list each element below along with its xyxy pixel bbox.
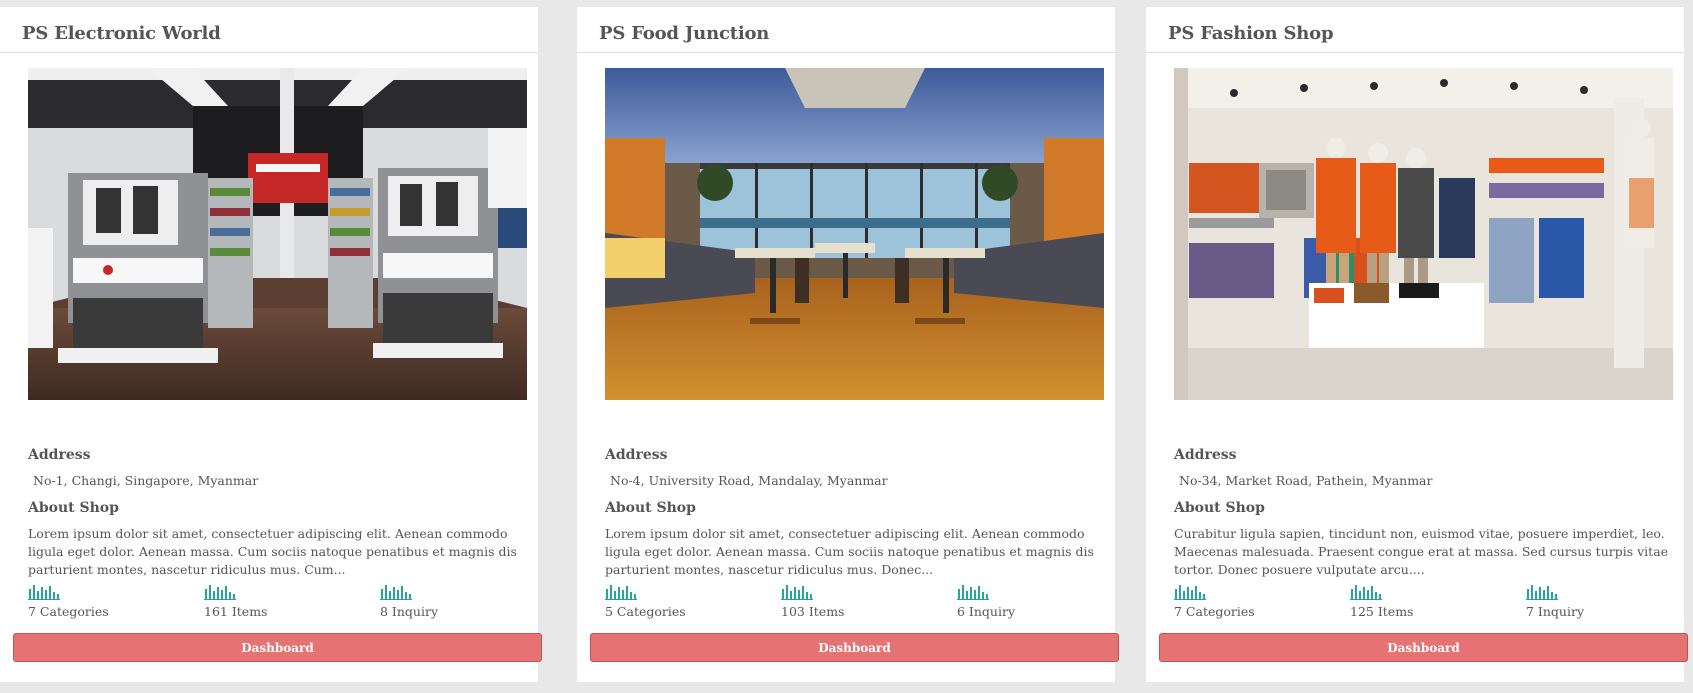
bar-chart-icon <box>1174 585 1206 600</box>
card-header: PS Fashion Shop <box>1146 7 1684 53</box>
dashboard-button[interactable]: Dashboard <box>1159 633 1688 662</box>
stat-items: 103 Items <box>781 583 951 620</box>
about-label: About Shop <box>1174 500 1265 516</box>
shop-about: Lorem ipsum dolor sit amet, consectetuer… <box>605 526 1094 577</box>
dashboard-button[interactable]: Dashboard <box>590 633 1119 662</box>
shop-title: PS Food Junction <box>599 23 770 44</box>
bar-chart-icon <box>605 585 637 600</box>
dashboard-button[interactable]: Dashboard <box>13 633 542 662</box>
stat-inquiry: 8 Inquiry <box>380 583 550 620</box>
stat-inquiry: 7 Inquiry <box>1526 583 1693 620</box>
shop-image-electronics <box>28 68 527 400</box>
bar-chart-icon <box>781 585 813 600</box>
bar-chart-icon <box>380 585 412 600</box>
shop-card-electronic-world: PS Electronic World Address No-1, Changi… <box>0 7 542 682</box>
stat-inquiry: 6 Inquiry <box>957 583 1127 620</box>
shop-about: Lorem ipsum dolor sit amet, consectetuer… <box>28 526 517 577</box>
inquiry-count: 6 Inquiry <box>957 604 1016 619</box>
inquiry-count: 8 Inquiry <box>380 604 439 619</box>
card-header: PS Electronic World <box>0 7 538 53</box>
clothing-store-photo <box>1174 68 1673 400</box>
inquiry-count: 7 Inquiry <box>1526 604 1585 619</box>
stat-categories: 5 Categories <box>605 583 775 620</box>
about-label: About Shop <box>28 500 119 516</box>
shop-address: No-34, Market Road, Pathein, Myanmar <box>1179 473 1433 488</box>
address-label: Address <box>28 447 91 463</box>
shop-title: PS Electronic World <box>22 23 221 44</box>
shop-card-fashion-shop: PS Fashion Shop Address No-34, Market Ro… <box>1146 7 1688 682</box>
stat-items: 161 Items <box>204 583 374 620</box>
bar-chart-icon <box>957 585 989 600</box>
restaurant-interior-photo <box>605 68 1104 400</box>
shop-image-fashion <box>1174 68 1673 400</box>
shop-card-food-junction: PS Food Junction Address No-4, Universit… <box>577 7 1119 682</box>
categories-count: 7 Categories <box>28 604 109 619</box>
categories-count: 5 Categories <box>605 604 686 619</box>
stat-items: 125 Items <box>1350 583 1520 620</box>
items-count: 161 Items <box>204 604 268 619</box>
bar-chart-icon <box>204 585 236 600</box>
address-label: Address <box>1174 447 1237 463</box>
card-header: PS Food Junction <box>577 7 1115 53</box>
bar-chart-icon <box>1350 585 1382 600</box>
items-count: 125 Items <box>1350 604 1414 619</box>
about-label: About Shop <box>605 500 696 516</box>
bar-chart-icon <box>28 585 60 600</box>
shop-about: Curabitur ligula sapien, tincidunt non, … <box>1174 526 1669 577</box>
shop-image-restaurant <box>605 68 1104 400</box>
address-label: Address <box>605 447 668 463</box>
stat-categories: 7 Categories <box>1174 583 1344 620</box>
electronics-store-photo <box>28 68 527 400</box>
stat-categories: 7 Categories <box>28 583 198 620</box>
shop-title: PS Fashion Shop <box>1168 23 1334 44</box>
items-count: 103 Items <box>781 604 845 619</box>
categories-count: 7 Categories <box>1174 604 1255 619</box>
bar-chart-icon <box>1526 585 1558 600</box>
shop-address: No-1, Changi, Singapore, Myanmar <box>33 473 259 488</box>
shop-address: No-4, University Road, Mandalay, Myanmar <box>610 473 888 488</box>
